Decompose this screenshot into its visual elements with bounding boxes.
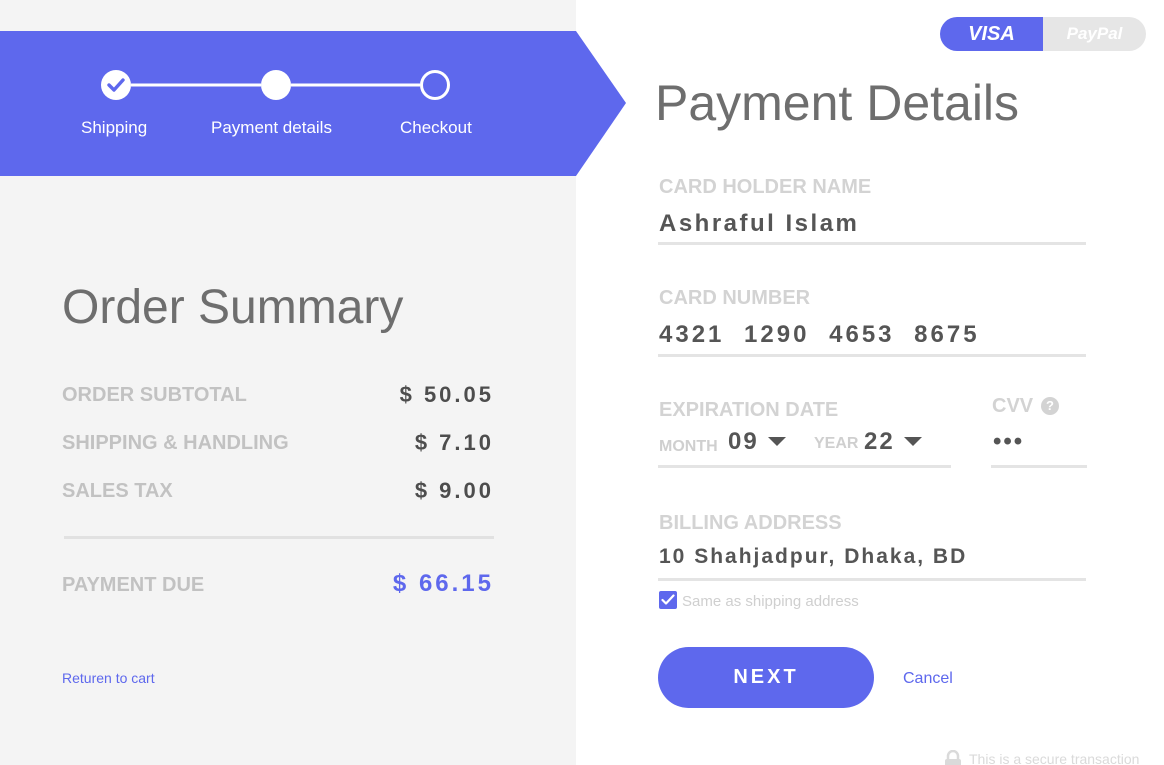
card-number-underline <box>658 354 1086 357</box>
payment-method-toggle: VISA PayPal <box>940 17 1146 51</box>
card-holder-input[interactable]: Ashraful Islam <box>659 210 859 238</box>
shipping-handling-value: $ 7.10 <box>414 430 494 455</box>
sales-tax-row: SALES TAX $ 9.00 <box>62 476 494 506</box>
billing-address-label: BILLING ADDRESS <box>659 512 842 534</box>
month-label: MONTH <box>659 438 718 455</box>
step-shipping-dot[interactable] <box>101 70 131 100</box>
same-as-shipping-checkbox[interactable] <box>659 591 677 609</box>
year-label: YEAR <box>814 435 859 452</box>
lock-icon <box>945 750 961 765</box>
shipping-handling-label: SHIPPING & HANDLING <box>62 432 289 454</box>
order-subtotal-label: ORDER SUBTOTAL <box>62 384 247 406</box>
billing-address-underline <box>658 578 1086 581</box>
step-shipping-label[interactable]: Shipping <box>81 118 147 138</box>
card-holder-label: CARD HOLDER NAME <box>659 176 872 198</box>
cvv-label: CVV <box>992 395 1034 417</box>
checkout-progress-banner: Shipping Payment details Checkout <box>0 0 630 200</box>
order-subtotal-value: $ 50.05 <box>399 382 494 407</box>
payment-due-value: $ 66.15 <box>392 570 494 597</box>
payment-due-row: PAYMENT DUE $ 66.15 <box>62 570 494 600</box>
return-to-cart-link[interactable]: Returen to cart <box>62 670 155 686</box>
month-select[interactable]: 09 <box>728 428 759 456</box>
cancel-link[interactable]: Cancel <box>903 670 953 688</box>
sales-tax-label: SALES TAX <box>62 480 173 502</box>
sales-tax-value: $ 9.00 <box>414 478 494 503</box>
card-number-input[interactable]: 4321 1290 4653 8675 <box>659 321 980 349</box>
expiration-date-label: EXPIRATION DATE <box>659 399 839 421</box>
step-payment-dot[interactable] <box>261 70 291 100</box>
cvv-input[interactable]: ••• <box>993 428 1024 456</box>
step-payment-label[interactable]: Payment details <box>211 118 332 138</box>
progress-banner-shape <box>0 31 626 176</box>
help-icon[interactable]: ? <box>1041 397 1059 415</box>
order-subtotal-row: ORDER SUBTOTAL $ 50.05 <box>62 380 494 410</box>
step-checkout-label[interactable]: Checkout <box>400 118 472 138</box>
cvv-underline <box>991 465 1087 468</box>
card-holder-underline <box>658 242 1086 245</box>
paypal-option[interactable]: PayPal <box>1043 17 1146 51</box>
step-checkout-dot[interactable] <box>420 70 450 100</box>
year-select[interactable]: 22 <box>864 428 895 456</box>
caret-down-icon[interactable] <box>904 437 922 447</box>
billing-address-input[interactable]: 10 Shahjadpur, Dhaka, BD <box>659 545 967 569</box>
secure-transaction-note: This is a secure transaction <box>944 748 1164 765</box>
payment-details-title: Payment Details <box>655 75 1020 131</box>
visa-option[interactable]: VISA <box>940 17 1043 51</box>
card-number-label: CARD NUMBER <box>659 287 811 309</box>
shipping-handling-row: SHIPPING & HANDLING $ 7.10 <box>62 428 494 458</box>
same-as-shipping-label[interactable]: Same as shipping address <box>682 593 859 610</box>
expiration-underline <box>658 465 951 468</box>
payment-due-label: PAYMENT DUE <box>62 574 205 596</box>
next-button[interactable]: NEXT <box>658 647 874 708</box>
order-summary-title: Order Summary <box>62 281 404 334</box>
check-icon <box>661 594 675 605</box>
secure-transaction-text: This is a secure transaction <box>969 751 1140 765</box>
caret-down-icon[interactable] <box>768 437 786 447</box>
check-icon <box>107 78 125 92</box>
summary-divider <box>64 536 494 539</box>
